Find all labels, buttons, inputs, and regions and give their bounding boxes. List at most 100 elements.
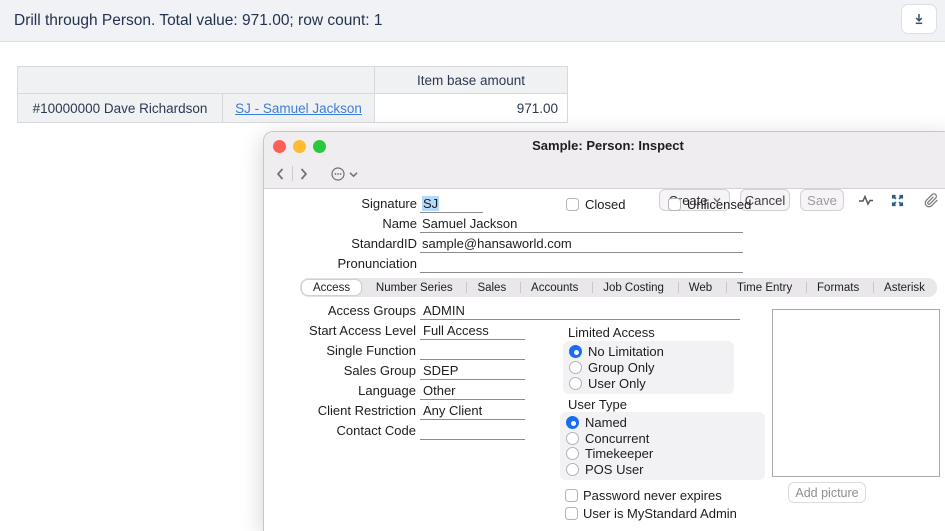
single-function-label: Single Function — [264, 343, 416, 358]
sales-group-label: Sales Group — [264, 363, 416, 378]
tab-sales[interactable]: Sales — [466, 278, 517, 297]
signature-value: SJ — [422, 196, 439, 211]
tab-time-entry[interactable]: Time Entry — [726, 278, 803, 297]
zoom-window-button[interactable] — [313, 140, 326, 153]
access-groups-label: Access Groups — [264, 303, 416, 318]
contact-code-label: Contact Code — [264, 423, 416, 438]
unlicensed-checkbox-label: Unlicensed — [687, 197, 751, 212]
table-header-blank — [18, 67, 375, 94]
radio-icon — [566, 432, 579, 445]
table-header-amount: Item base amount — [375, 67, 568, 94]
picture-box — [772, 309, 940, 477]
tab-bar: Access Number Series Sales Accounts Job … — [300, 278, 937, 297]
pronunciation-underline — [420, 272, 743, 273]
radio-user-only[interactable]: User Only — [569, 376, 728, 391]
more-options-button[interactable] — [330, 164, 364, 184]
radio-icon — [566, 416, 579, 429]
radio-icon — [569, 345, 582, 358]
language-field[interactable]: Other — [423, 383, 456, 398]
paperclip-icon — [924, 193, 939, 208]
limited-access-group: No Limitation Group Only User Only — [563, 341, 734, 394]
mystandard-admin-label: User is MyStandard Admin — [583, 506, 737, 521]
tab-asterisk[interactable]: Asterisk — [873, 278, 936, 297]
standardid-label: StandardID — [264, 236, 417, 251]
radio-label: User Only — [588, 376, 646, 391]
expand-icon — [890, 193, 905, 208]
radio-label: POS User — [585, 462, 644, 477]
start-access-level-underline — [420, 339, 525, 340]
name-label: Name — [264, 216, 417, 231]
mystandard-admin-checkbox[interactable] — [565, 507, 578, 520]
user-type-group: Named Concurrent Timekeeper POS User — [560, 412, 765, 480]
radio-label: Concurrent — [585, 431, 649, 446]
name-underline — [420, 232, 743, 233]
client-restriction-label: Client Restriction — [264, 403, 416, 418]
table-cell-amount: 971.00 — [375, 94, 568, 123]
drill-through-bar: Drill through Person. Total value: 971.0… — [0, 0, 945, 42]
more-options-icon — [330, 166, 346, 182]
close-window-button[interactable] — [273, 140, 286, 153]
radio-named[interactable]: Named — [566, 415, 759, 430]
radio-label: No Limitation — [588, 344, 664, 359]
chevron-down-icon — [349, 171, 358, 178]
pulse-icon — [858, 192, 874, 208]
back-button[interactable] — [270, 164, 290, 184]
table-row: #10000000 Dave Richardson SJ - Samuel Ja… — [18, 94, 568, 123]
closed-checkbox[interactable] — [566, 198, 579, 211]
window-titlebar: Sample: Person: Inspect — [264, 132, 945, 158]
user-type-label: User Type — [568, 397, 627, 412]
tab-accounts[interactable]: Accounts — [520, 278, 589, 297]
signature-field[interactable]: SJ — [422, 196, 439, 211]
radio-icon — [566, 463, 579, 476]
single-function-underline — [420, 359, 525, 360]
radio-label: Named — [585, 415, 627, 430]
activity-button[interactable] — [857, 191, 875, 209]
password-never-expires-label: Password never expires — [583, 488, 722, 503]
sales-group-underline — [420, 379, 525, 380]
radio-pos-user[interactable]: POS User — [566, 462, 759, 477]
password-never-expires-checkbox[interactable] — [565, 489, 578, 502]
attachments-button[interactable] — [922, 191, 940, 209]
forward-button[interactable] — [294, 164, 314, 184]
back-icon — [275, 167, 285, 181]
window-title: Sample: Person: Inspect — [532, 138, 684, 153]
radio-timekeeper[interactable]: Timekeeper — [566, 446, 759, 461]
person-link[interactable]: SJ - Samuel Jackson — [235, 101, 362, 116]
tab-number-series[interactable]: Number Series — [365, 278, 464, 297]
signature-underline — [420, 212, 483, 213]
access-groups-field[interactable]: ADMIN — [423, 303, 465, 318]
radio-concurrent[interactable]: Concurrent — [566, 431, 759, 446]
tab-access[interactable]: Access — [301, 279, 362, 296]
radio-label: Timekeeper — [585, 446, 653, 461]
download-button[interactable] — [901, 4, 937, 34]
drill-through-title: Drill through Person. Total value: 971.0… — [14, 12, 382, 30]
name-field[interactable]: Samuel Jackson — [422, 216, 517, 231]
pronunciation-label: Pronunciation — [264, 256, 417, 271]
save-button[interactable]: Save — [800, 189, 844, 211]
client-restriction-field[interactable]: Any Client — [423, 403, 482, 418]
radio-icon — [569, 377, 582, 390]
standardid-field[interactable]: sample@hansaworld.com — [422, 236, 572, 251]
closed-checkbox-label: Closed — [585, 197, 625, 212]
minimize-window-button[interactable] — [293, 140, 306, 153]
radio-icon — [569, 361, 582, 374]
tab-web[interactable]: Web — [678, 278, 723, 297]
expand-button[interactable] — [888, 191, 906, 209]
start-access-level-field[interactable]: Full Access — [423, 323, 489, 338]
radio-group-only[interactable]: Group Only — [569, 360, 728, 375]
person-inspect-window: Sample: Person: Inspect Create Cancel Sa… — [263, 131, 945, 531]
tab-formats[interactable]: Formats — [806, 278, 870, 297]
drill-result-table: Item base amount #10000000 Dave Richards… — [17, 66, 568, 123]
start-access-level-label: Start Access Level — [264, 323, 416, 338]
download-icon — [911, 11, 927, 27]
language-label: Language — [264, 383, 416, 398]
tab-job-costing[interactable]: Job Costing — [592, 278, 675, 297]
radio-label: Group Only — [588, 360, 654, 375]
radio-no-limitation[interactable]: No Limitation — [569, 344, 728, 359]
add-picture-button[interactable]: Add picture — [788, 482, 866, 503]
contact-code-underline — [420, 439, 525, 440]
unlicensed-checkbox[interactable] — [668, 198, 681, 211]
limited-access-label: Limited Access — [568, 325, 655, 340]
language-underline — [420, 399, 525, 400]
sales-group-field[interactable]: SDEP — [423, 363, 458, 378]
